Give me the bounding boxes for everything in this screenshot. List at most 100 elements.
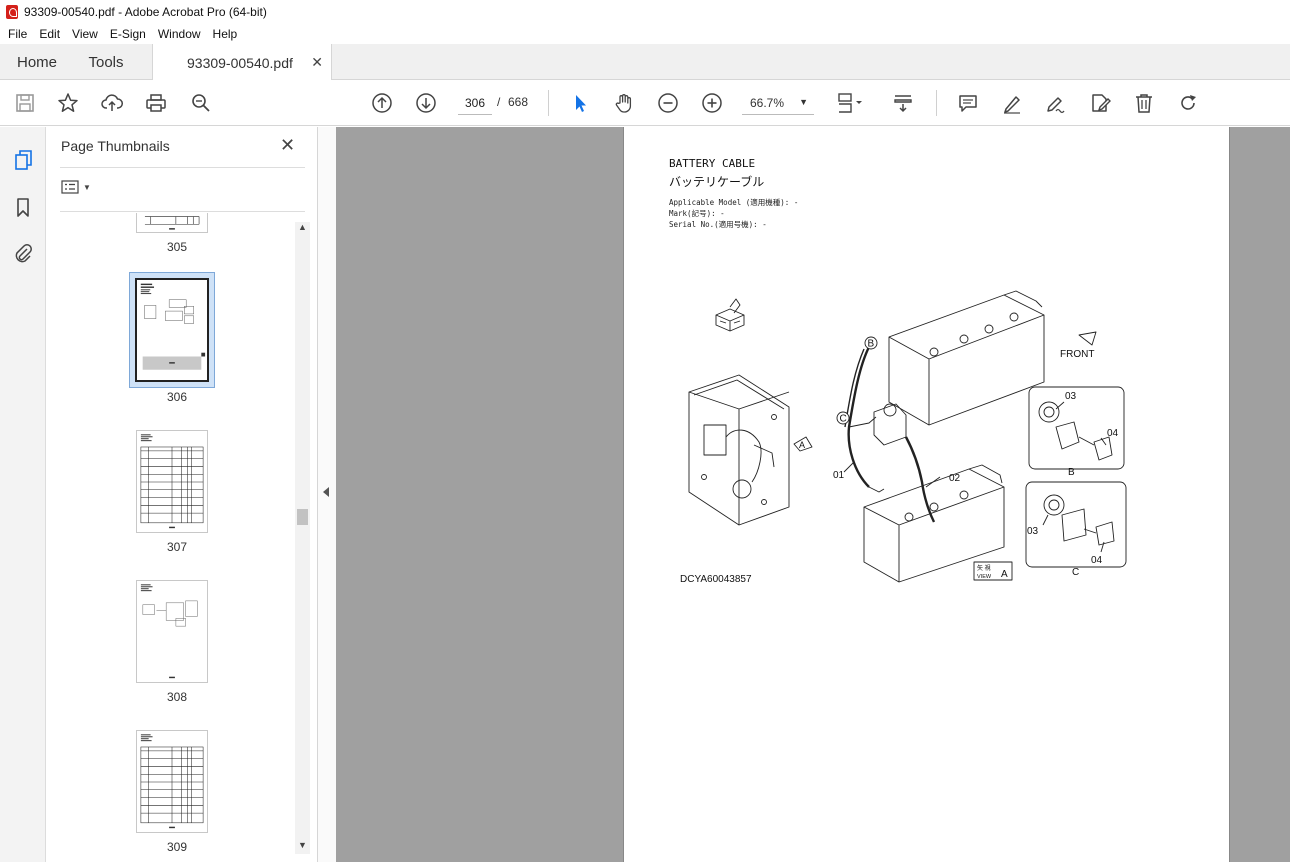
chevron-down-icon: ▼	[799, 97, 808, 107]
window-title: 93309-00540.pdf - Adobe Acrobat Pro (64-…	[24, 5, 267, 19]
pdf-page: BATTERY CABLE バッテリケーブル Applicable Model …	[623, 127, 1230, 862]
thumbnails-panel: Page Thumbnails ✕ ▼ 305 306 307 308 309 …	[46, 127, 318, 862]
view-jp-label: 矢 視	[977, 564, 991, 572]
edit-pdf-icon[interactable]	[1087, 90, 1113, 116]
minus-circle-icon[interactable]	[655, 90, 681, 116]
menu-bar: File Edit View E-Sign Window Help	[0, 24, 1290, 44]
part-04-b-label: 04	[1107, 428, 1119, 439]
thumbnail-label: 309	[166, 840, 188, 854]
tab-bar: Home Tools 93309-00540.pdf ✕	[0, 44, 1290, 81]
thumbnail-page-309[interactable]	[136, 730, 208, 833]
sign-icon[interactable]	[1043, 90, 1069, 116]
thumbnail-page-308[interactable]	[136, 580, 208, 683]
callout-c-label: C	[840, 414, 847, 425]
scroll-up-icon[interactable]: ▲	[295, 222, 310, 236]
scrollbar-thumb[interactable]	[297, 509, 308, 525]
upper-battery-drawing	[888, 290, 1045, 426]
hand-icon[interactable]	[611, 90, 637, 116]
detail-c-drawing	[1025, 481, 1127, 568]
part-01-label: 01	[833, 470, 845, 481]
part-03-c-label: 03	[1027, 526, 1039, 537]
drawing-code: DCYA60043857	[680, 574, 752, 585]
rotate-icon[interactable]	[1175, 90, 1201, 116]
thumbnail-label: 306	[166, 390, 188, 404]
page-number-input[interactable]	[458, 91, 492, 115]
arrow-down-circle-icon[interactable]	[413, 90, 439, 116]
tab-document-label: 93309-00540.pdf	[187, 54, 293, 71]
star-icon[interactable]	[55, 90, 81, 116]
thumbnail-scrollbar[interactable]: ▲ ▼	[295, 222, 310, 854]
thumbnail-page-307[interactable]	[136, 430, 208, 533]
thumbnail-label: 307	[166, 540, 188, 554]
panel-divider	[60, 167, 305, 168]
page-total: 668	[508, 95, 529, 109]
arrow-up-circle-icon[interactable]	[369, 90, 395, 116]
part-02-label: 02	[949, 473, 961, 484]
location-key-diagram	[715, 298, 745, 332]
relay-drawing	[873, 403, 907, 446]
menu-esign[interactable]: E-Sign	[104, 27, 152, 41]
callout-a-label: A	[799, 440, 805, 450]
printer-icon[interactable]	[143, 90, 169, 116]
page-separator: /	[497, 95, 501, 109]
thumbnail-list: 305 306 307 308 309	[60, 213, 294, 862]
zoom-search-icon[interactable]	[188, 90, 214, 116]
menu-edit[interactable]: Edit	[33, 27, 66, 41]
comment-icon[interactable]	[955, 90, 981, 116]
scroll-mode-icon[interactable]	[890, 90, 916, 116]
panel-title: Page Thumbnails	[61, 138, 170, 154]
tab-home[interactable]: Home	[0, 44, 74, 80]
document-viewer[interactable]: BATTERY CABLE バッテリケーブル Applicable Model …	[336, 127, 1290, 862]
menu-help[interactable]: Help	[207, 27, 244, 41]
part-03-b-label: 03	[1065, 391, 1077, 402]
thumbnail-page-305[interactable]	[136, 213, 208, 233]
acrobat-pdf-icon	[6, 5, 18, 19]
menu-window[interactable]: Window	[152, 27, 207, 41]
page-thumbnails-icon[interactable]	[10, 147, 36, 173]
zoom-value: 66.7%	[750, 95, 785, 110]
doc-serial-no: Serial No.(適用号機): -	[669, 220, 767, 229]
detail-c-label: C	[1072, 567, 1079, 578]
tab-document[interactable]: 93309-00540.pdf ✕	[152, 44, 332, 81]
scroll-down-icon[interactable]: ▼	[295, 840, 310, 854]
bookmark-icon[interactable]	[10, 194, 36, 220]
doc-title-japanese: バッテリケーブル	[669, 175, 765, 189]
cursor-arrow-icon[interactable]	[567, 90, 593, 116]
page-fit-icon[interactable]	[833, 90, 869, 116]
doc-applicable-model: Applicable Model (適用機種): -	[669, 198, 799, 207]
view-label: VIEW	[977, 574, 992, 580]
detail-b-label: B	[1068, 467, 1075, 478]
title-bar: 93309-00540.pdf - Adobe Acrobat Pro (64-…	[0, 0, 1290, 24]
thumbnail-options-button[interactable]: ▼	[61, 180, 91, 194]
zoom-dropdown[interactable]: 66.7% ▼	[742, 91, 814, 115]
trash-icon[interactable]	[1131, 90, 1157, 116]
save-icon[interactable]	[12, 90, 38, 116]
panel-divider	[60, 211, 305, 212]
doc-title: BATTERY CABLE	[669, 157, 756, 170]
attachment-icon[interactable]	[10, 240, 36, 266]
view-a-label: A	[1001, 569, 1008, 580]
list-options-icon	[61, 180, 79, 194]
pen-icon[interactable]	[999, 90, 1025, 116]
tab-close-icon[interactable]: ✕	[311, 54, 323, 71]
part-04-c-label: 04	[1091, 555, 1103, 566]
callout-b-label: B	[868, 339, 875, 350]
menu-file[interactable]: File	[2, 27, 33, 41]
tab-tools[interactable]: Tools	[74, 44, 138, 80]
doc-mark: Mark(記号): -	[669, 209, 725, 218]
left-rail	[0, 127, 46, 862]
thumbnail-label: 308	[166, 690, 188, 704]
chevron-down-icon: ▼	[83, 182, 91, 192]
thumbnail-label: 305	[166, 240, 188, 254]
plus-circle-icon[interactable]	[699, 90, 725, 116]
thumbnail-page-306	[135, 278, 209, 382]
toolbar-divider	[548, 90, 549, 116]
menu-view[interactable]: View	[66, 27, 104, 41]
upload-cloud-icon[interactable]	[99, 90, 125, 116]
thumbnail-selected-highlight[interactable]	[129, 272, 215, 388]
panel-collapse-handle[interactable]	[318, 127, 336, 862]
main-toolbar: / 668 66.7% ▼	[0, 80, 1290, 126]
close-icon[interactable]: ✕	[280, 136, 295, 154]
control-box-drawing	[688, 374, 790, 526]
collapse-arrow-icon	[323, 487, 329, 497]
